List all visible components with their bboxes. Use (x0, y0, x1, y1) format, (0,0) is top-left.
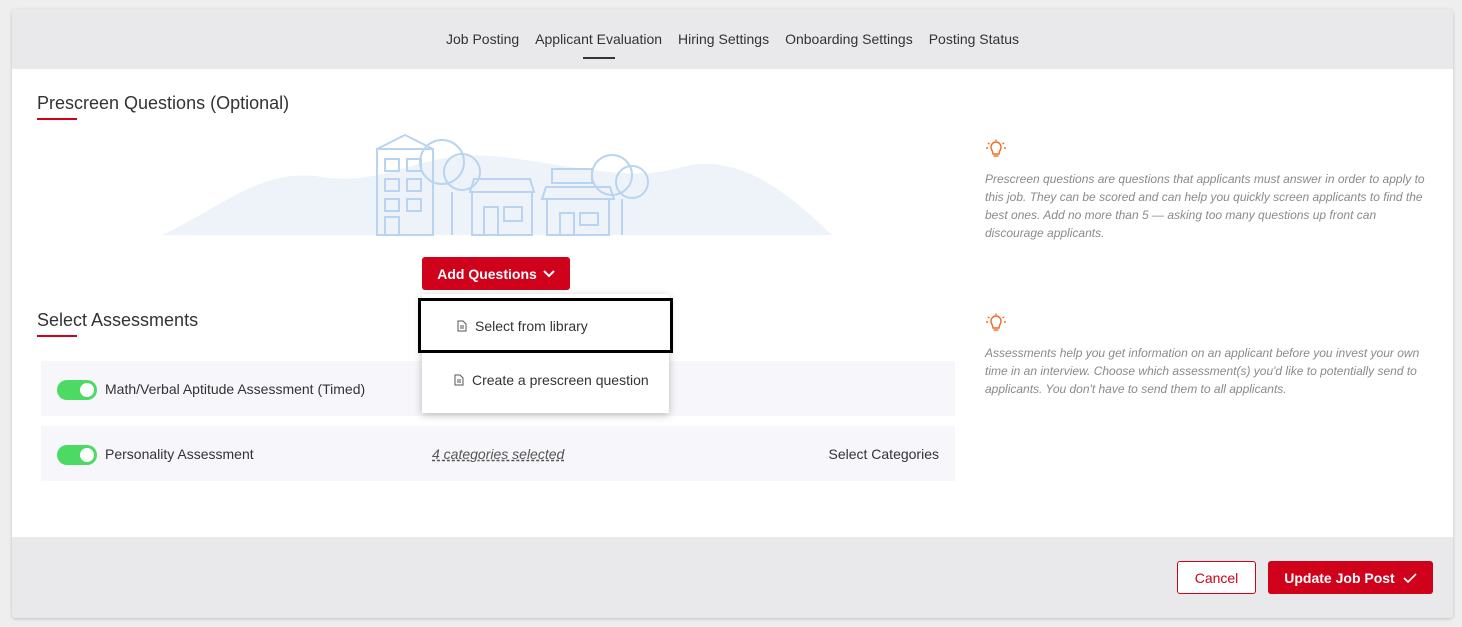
document-icon (454, 374, 464, 386)
assessments-hint-text: Assessments help you get information on … (985, 346, 1420, 396)
math-verbal-toggle[interactable] (57, 380, 97, 400)
job-post-card: Job Posting Applicant Evaluation Hiring … (12, 9, 1453, 618)
add-questions-dropdown: Select from library Create a prescreen q… (418, 294, 673, 413)
dropdown-item-select-from-library[interactable]: Select from library (418, 298, 673, 353)
footer-bar: Cancel Update Job Post (12, 537, 1453, 618)
lightbulb-icon (986, 313, 1006, 331)
assessment-label: Math/Verbal Aptitude Assessment (Timed) (105, 380, 366, 397)
assessment-row: Personality Assessment 4 categories sele… (41, 426, 955, 481)
document-icon (457, 320, 467, 331)
dropdown-item-label: Create a prescreen question (472, 372, 649, 388)
dropdown-item-create-prescreen-question[interactable]: Create a prescreen question (422, 354, 669, 406)
update-job-post-button[interactable]: Update Job Post (1268, 561, 1433, 594)
prescreen-underline (37, 118, 77, 120)
tab-posting-status[interactable]: Posting Status (929, 9, 1019, 69)
tab-applicant-evaluation[interactable]: Applicant Evaluation (535, 9, 662, 69)
dropdown-item-label: Select from library (475, 317, 588, 334)
tab-job-posting[interactable]: Job Posting (446, 9, 519, 69)
add-questions-button[interactable]: Add Questions (422, 257, 570, 290)
select-categories-button[interactable]: Select Categories (828, 446, 939, 462)
tab-hiring-settings[interactable]: Hiring Settings (678, 9, 769, 69)
cancel-button[interactable]: Cancel (1177, 561, 1256, 594)
assessments-underline (37, 335, 77, 337)
chevron-down-icon (543, 269, 555, 277)
checkmark-icon (1403, 572, 1417, 583)
assessment-label: Personality Assessment (105, 445, 254, 462)
assessments-title: Select Assessments (37, 310, 199, 330)
tab-bar: Job Posting Applicant Evaluation Hiring … (12, 9, 1453, 69)
prescreen-hint: Prescreen questions are questions that a… (985, 139, 1435, 242)
update-job-post-label: Update Job Post (1284, 569, 1395, 586)
personality-toggle[interactable] (57, 445, 97, 465)
prescreen-hint-text: Prescreen questions are questions that a… (985, 172, 1425, 240)
prescreen-title: Prescreen Questions (Optional) (37, 93, 290, 113)
storefront-illustration (162, 133, 832, 236)
lightbulb-icon (986, 139, 1006, 157)
categories-selected-link[interactable]: 4 categories selected (432, 446, 564, 462)
assessments-hint: Assessments help you get information on … (985, 313, 1435, 398)
tab-onboarding-settings[interactable]: Onboarding Settings (785, 9, 913, 69)
add-questions-label: Add Questions (437, 265, 537, 282)
